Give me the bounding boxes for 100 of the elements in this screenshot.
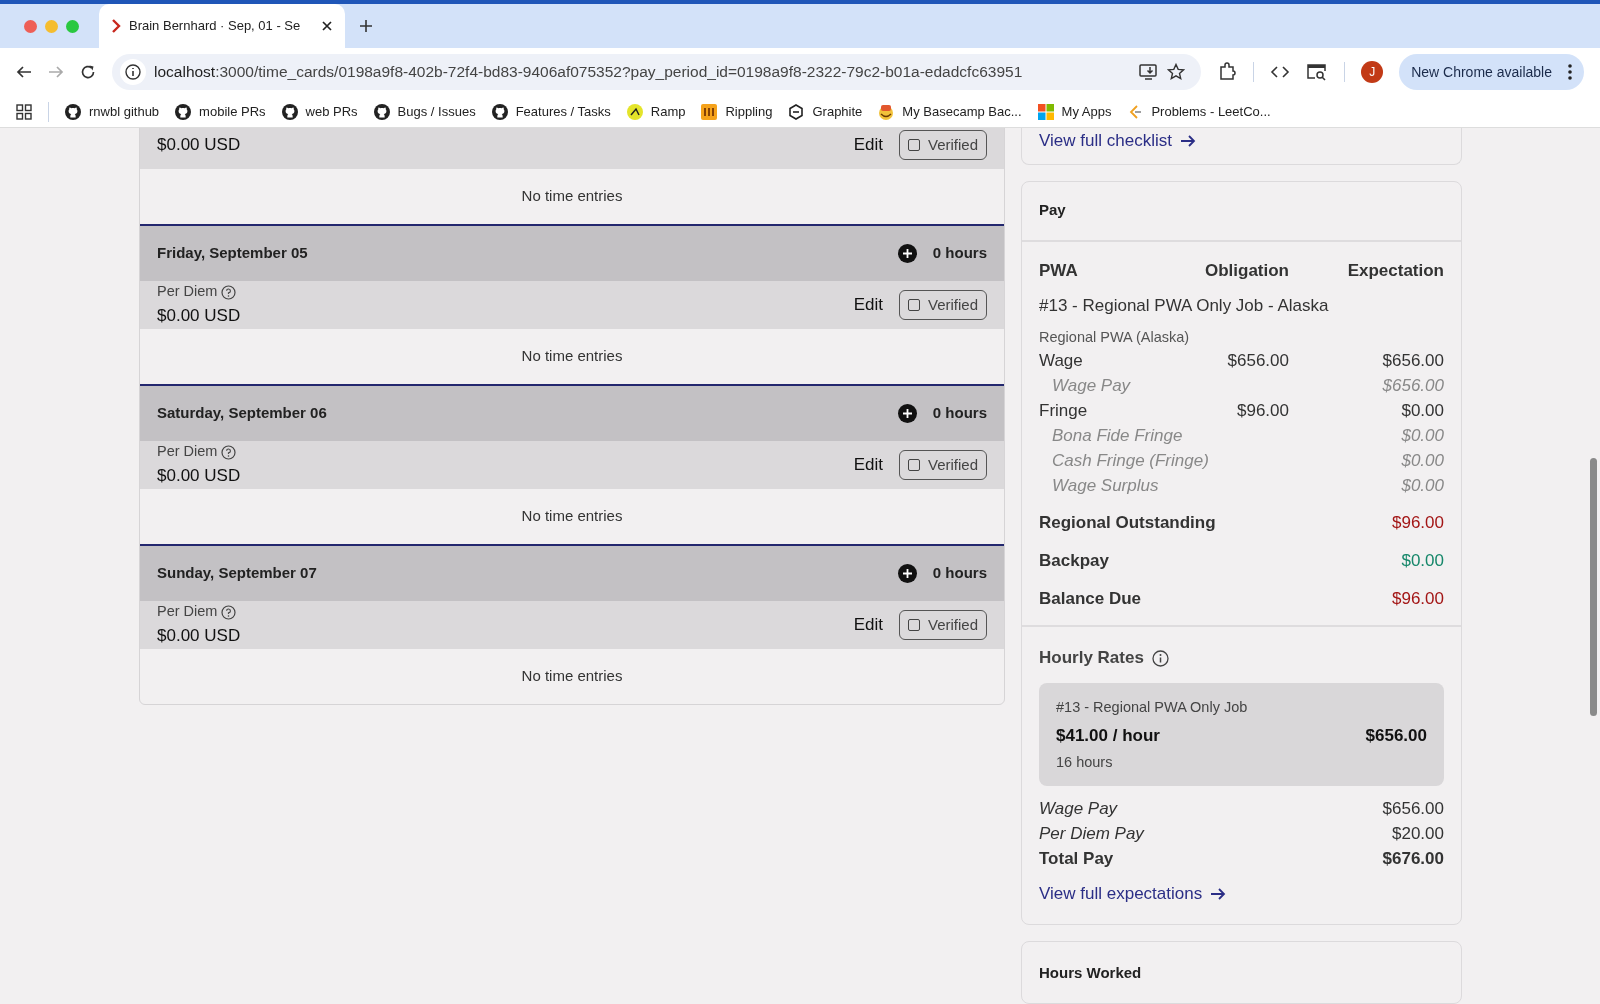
hourly-rate: $41.00 / hour [1056, 724, 1160, 747]
verified-button[interactable]: Verified [898, 289, 987, 321]
bookmark[interactable]: Ramp [626, 101, 686, 122]
job-title: #13 - Regional PWA Only Job - Alaska [1039, 295, 1330, 318]
hours-total: 0 hours [932, 563, 987, 584]
empty-message: No time entries [521, 666, 623, 687]
pay-label: Bona Fide Fringe [1051, 425, 1184, 448]
ramp-icon [626, 103, 643, 120]
help-icon[interactable] [221, 604, 237, 620]
bookmark[interactable]: My Apps [1037, 101, 1112, 122]
per-diem-label: Per Diem [157, 602, 218, 622]
plus-icon[interactable] [359, 19, 373, 33]
search-icon[interactable] [1306, 63, 1329, 81]
per-diem-amount: $0.00 USD [157, 134, 242, 157]
install-icon[interactable] [1139, 63, 1160, 81]
pay-label: Cash Fringe (Fringe) [1051, 450, 1209, 473]
per-diem-label: Per Diem [157, 282, 218, 302]
cat-silhouette-icon [281, 103, 298, 120]
obligation-value: $96.00 [1236, 400, 1289, 423]
bookmark[interactable]: web PRs [281, 101, 358, 122]
stripes-icon [701, 103, 718, 120]
bookmark[interactable]: Problems - LeetCo... [1127, 101, 1271, 122]
empty-message: No time entries [521, 186, 623, 207]
empty-message: No time entries [521, 506, 623, 527]
edit-link[interactable]: Edit [853, 452, 883, 478]
close-window-icon[interactable] [24, 19, 37, 33]
bookmark[interactable]: rnwbl github [65, 101, 160, 122]
expectation-value: $0.00 [1400, 425, 1444, 448]
bracket-icon [1127, 103, 1144, 120]
checkbox[interactable] [907, 299, 920, 311]
profile-avatar[interactable]: J [1361, 61, 1384, 83]
checkbox[interactable] [907, 459, 920, 471]
bookmark[interactable]: mobile PRs [175, 101, 266, 122]
cat-silhouette-icon [175, 103, 192, 120]
checkbox[interactable] [907, 619, 920, 631]
cat-silhouette-icon [491, 103, 508, 120]
more-icon[interactable] [1568, 64, 1572, 80]
arrow-right-icon [1179, 133, 1196, 148]
hours-total: 0 hours [932, 403, 987, 424]
total-value: $656.00 [1382, 797, 1444, 820]
tab-title: Brain Bernhard · Sep, 01 - Se [129, 17, 302, 36]
close-icon[interactable] [321, 20, 333, 32]
url-text: localhost:3000/time_cards/0198a9f8-402b-72f4-bd83-9406af075352?pay_period_id=0198a9f8-2322-79c2-b01a-edadcfc63951 [154, 62, 1024, 83]
expectation-value: $656.00 [1381, 350, 1444, 373]
info-icon[interactable] [1151, 649, 1169, 667]
bookmark[interactable]: My Basecamp Bac... [878, 101, 1022, 122]
star-icon[interactable] [1167, 63, 1186, 81]
browser-tab[interactable]: Brain Bernhard · Sep, 01 - Se [99, 4, 345, 48]
edit-link[interactable]: Edit [853, 612, 883, 638]
summary-label: Backpay [1039, 549, 1109, 572]
pay-label: Wage Pay [1051, 375, 1132, 398]
four-squares-icon [1037, 103, 1054, 120]
add-icon[interactable] [897, 564, 917, 583]
summary-value: $96.00 [1392, 587, 1444, 610]
pay-label: Wage Surplus [1051, 475, 1160, 498]
verified-button[interactable]: Verified [898, 609, 987, 641]
verified-button[interactable]: Verified [898, 129, 987, 161]
add-icon[interactable] [897, 404, 917, 423]
checkbox[interactable] [907, 139, 920, 151]
help-icon[interactable] [221, 284, 237, 300]
section-title: Hourly Rates [1039, 647, 1144, 670]
help-icon[interactable] [221, 444, 237, 460]
expectation-value: $656.00 [1381, 375, 1444, 398]
total-value: $20.00 [1392, 822, 1444, 845]
hours-total: 0 hours [932, 243, 987, 264]
bookmark[interactable]: Bugs / Issues [373, 101, 476, 122]
add-icon[interactable] [897, 244, 917, 263]
expectation-value: $0.00 [1400, 400, 1444, 423]
rate-hours: 16 hours [1056, 753, 1114, 773]
checklist-link[interactable]: View full checklist [1039, 128, 1196, 154]
total-label: Per Diem Pay [1039, 822, 1144, 845]
scrollbar-thumb[interactable] [1590, 458, 1597, 716]
smiley-icon [878, 103, 895, 120]
column-header: Expectation [1346, 259, 1444, 282]
code-icon[interactable] [1270, 64, 1291, 80]
total-value: $676.00 [1382, 847, 1444, 870]
region-label: Regional PWA (Alaska) [1039, 327, 1191, 347]
back-icon[interactable] [16, 64, 32, 80]
verified-button[interactable]: Verified [898, 449, 987, 481]
puzzle-icon[interactable] [1217, 62, 1238, 82]
day-date: Saturday, September 06 [157, 403, 328, 424]
address-bar[interactable]: localhost:3000/time_cards/0198a9f8-402b-72f4-bd83-9406af075352?pay_period_id=0198a9f8-2322-79c2-b01a-edadcfc63951 [112, 54, 1202, 90]
update-button[interactable]: New Chrome available [1399, 54, 1584, 90]
apps-grid-icon[interactable] [16, 103, 32, 120]
reload-icon[interactable] [80, 64, 96, 80]
expectations-link[interactable]: View full expectations [1039, 880, 1227, 907]
edit-link[interactable]: Edit [853, 292, 883, 318]
edit-link[interactable]: Edit [853, 132, 883, 158]
info-icon[interactable] [120, 59, 146, 85]
bookmark[interactable]: Graphite [788, 101, 863, 122]
bookmark[interactable]: Features / Tasks [491, 101, 611, 122]
bookmark[interactable]: Rippling [701, 101, 773, 122]
rate-amount: $656.00 [1365, 724, 1427, 747]
pay-label: Fringe [1039, 400, 1089, 423]
day-date: Friday, September 05 [157, 243, 309, 264]
summary-label: Regional Outstanding [1039, 511, 1216, 534]
card-title: Hours Worked [1039, 964, 1142, 982]
expectation-value: $0.00 [1400, 450, 1444, 473]
chevron-icon [111, 19, 121, 33]
hexagon-icon [788, 103, 805, 120]
